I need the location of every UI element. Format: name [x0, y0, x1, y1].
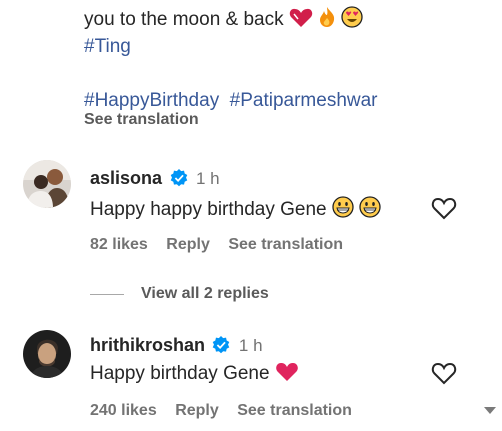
comment-header-aslisona: aslisona 1 h	[90, 168, 220, 189]
hashtag-happybirthday[interactable]: #HappyBirthday	[84, 90, 219, 111]
hashtag-ting[interactable]: #Ting	[84, 36, 131, 58]
avatar-aslisona[interactable]	[23, 160, 71, 208]
scroll-down-icon[interactable]	[483, 405, 497, 415]
grin-emoji-icon	[332, 196, 354, 224]
reply-button[interactable]: Reply	[166, 236, 210, 253]
reply-button[interactable]: Reply	[175, 402, 219, 419]
like-heart-icon[interactable]	[431, 196, 457, 220]
heart-eyes-emoji-icon	[341, 6, 364, 34]
comment-text: Happy birthday Gene	[90, 363, 270, 384]
grin-emoji-icon	[359, 196, 381, 224]
comment-text-aslisona: Happy happy birthday Gene	[90, 196, 381, 224]
fire-emoji-icon	[318, 6, 336, 34]
verified-badge-icon	[170, 169, 187, 187]
see-translation-post[interactable]: See translation	[84, 111, 199, 129]
comment-meta-hrithikroshan: 240 likes Reply See translation	[90, 402, 352, 420]
comment-meta-aslisona: 82 likes Reply See translation	[90, 236, 343, 254]
comment-time: 1 h	[195, 169, 220, 188]
post-caption: you to the moon & back	[84, 6, 364, 34]
username[interactable]: hrithikroshan	[90, 335, 205, 355]
hashtag-row: #HappyBirthday #Patiparmeshwar	[84, 90, 378, 112]
see-translation-link[interactable]: See translation	[237, 402, 352, 419]
verified-badge-icon	[213, 336, 230, 354]
view-replies-button[interactable]: View all 2 replies	[141, 285, 269, 303]
comment-text-hrithikroshan: Happy birthday Gene	[90, 362, 299, 388]
username[interactable]: aslisona	[90, 168, 162, 188]
like-heart-icon[interactable]	[431, 361, 457, 385]
comment-time: 1 h	[238, 336, 263, 355]
comment-header-hrithikroshan: hrithikroshan 1 h	[90, 335, 263, 356]
red-heart-emoji-icon	[275, 362, 299, 388]
see-translation-link[interactable]: See translation	[228, 236, 343, 253]
replies-divider	[90, 294, 124, 295]
comment-text: Happy happy birthday Gene	[90, 199, 327, 220]
heart-emoji-icon	[289, 8, 313, 34]
caption-text: you to the moon & back	[84, 9, 284, 30]
hashtag-patiparmeshwar[interactable]: #Patiparmeshwar	[230, 90, 378, 111]
avatar-hrithikroshan[interactable]	[23, 330, 71, 378]
likes-count[interactable]: 240 likes	[90, 402, 157, 419]
likes-count[interactable]: 82 likes	[90, 236, 148, 253]
